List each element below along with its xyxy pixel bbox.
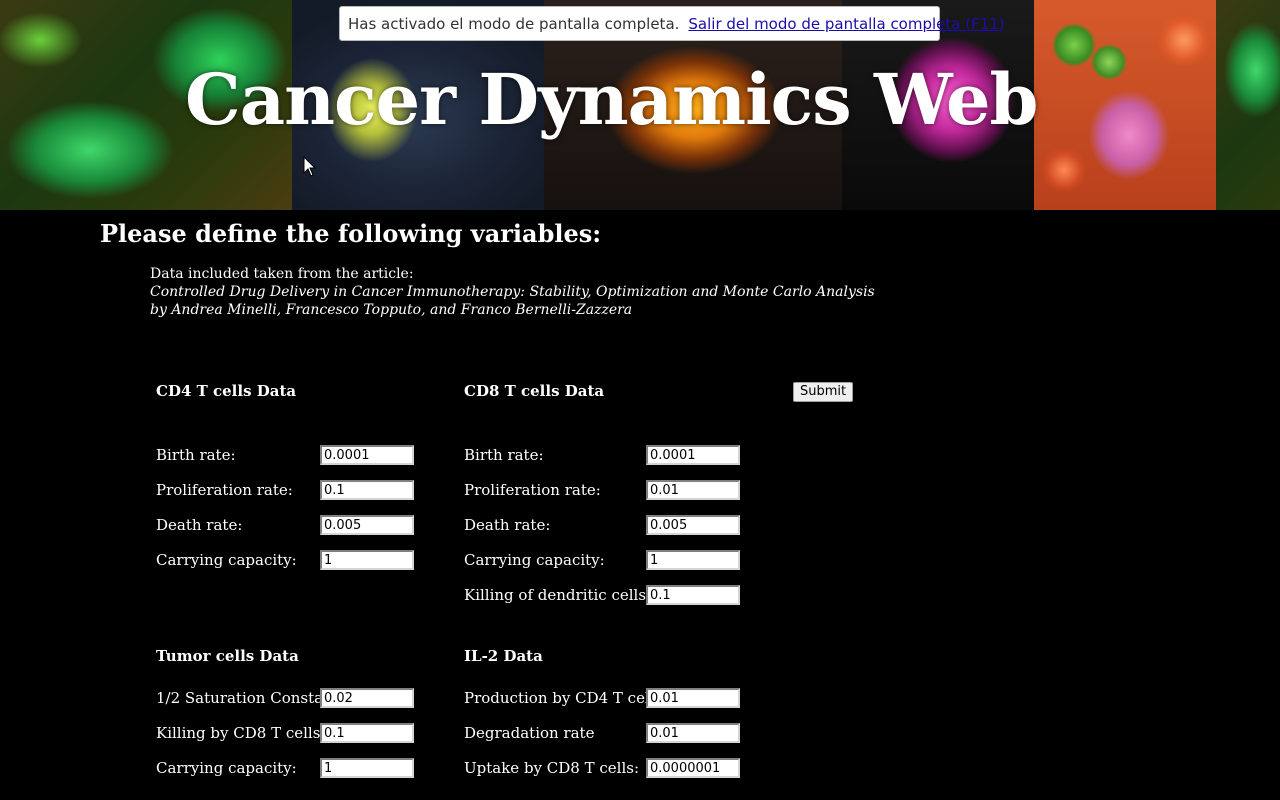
article-authors: by Andrea Minelli, Francesco Topputo, an…	[150, 302, 633, 318]
fullscreen-message: Has activado el modo de pantalla complet…	[348, 14, 680, 33]
banner-image-green-cells-edge	[1216, 0, 1280, 210]
cd8-proliferation-rate-label: Proliferation rate:	[464, 481, 601, 499]
banner-image-blood-cells	[1034, 0, 1216, 210]
cd4-proliferation-rate-label: Proliferation rate:	[156, 481, 293, 499]
exit-fullscreen-link[interactable]: Salir del modo de pantalla completa (F11…	[688, 15, 1004, 33]
submit-button[interactable]: Submit	[793, 382, 854, 402]
il2-uptake-label: Uptake by CD8 T cells:	[464, 759, 640, 777]
cd4-birth-rate-label: Birth rate:	[156, 446, 236, 464]
cd4-death-rate-label: Death rate:	[156, 516, 243, 534]
cd8-death-rate-label: Death rate:	[464, 516, 551, 534]
tumor-saturation-input[interactable]	[320, 688, 414, 708]
tumor-saturation-label: 1/2 Saturation Constant:	[156, 689, 344, 707]
il2-production-label: Production by CD4 T cells	[464, 689, 663, 707]
mouse-cursor-icon	[303, 156, 317, 177]
il2-production-input[interactable]	[646, 688, 740, 708]
section-title-cd8: CD8 T cells Data	[464, 382, 605, 400]
fullscreen-notice: Has activado el modo de pantalla complet…	[339, 6, 1005, 41]
tumor-carrying-capacity-label: Carrying capacity:	[156, 759, 297, 777]
article-reference: Data included taken from the article: Co…	[150, 265, 875, 319]
tumor-killing-cd8-input[interactable]	[320, 723, 414, 743]
site-title: Cancer Dynamics Web	[185, 58, 1038, 141]
cd8-killing-dendritic-input[interactable]	[646, 585, 740, 605]
cd8-death-rate-input[interactable]	[646, 515, 740, 535]
section-title-tumor: Tumor cells Data	[156, 647, 299, 665]
cd4-proliferation-rate-input[interactable]	[320, 480, 414, 500]
cd4-birth-rate-input[interactable]	[320, 445, 414, 465]
cd8-proliferation-rate-input[interactable]	[646, 480, 740, 500]
reference-intro: Data included taken from the article:	[150, 266, 414, 282]
cd8-carrying-capacity-input[interactable]	[646, 550, 740, 570]
cd4-death-rate-input[interactable]	[320, 515, 414, 535]
form-heading: Please define the following variables:	[100, 219, 602, 248]
il2-uptake-input[interactable]	[646, 758, 740, 778]
section-title-il2: IL-2 Data	[464, 647, 543, 665]
cd4-carrying-capacity-label: Carrying capacity:	[156, 551, 297, 569]
cd8-birth-rate-input[interactable]	[646, 445, 740, 465]
cd8-birth-rate-label: Birth rate:	[464, 446, 544, 464]
section-title-cd4: CD4 T cells Data	[156, 382, 297, 400]
cd8-carrying-capacity-label: Carrying capacity:	[464, 551, 605, 569]
il2-degradation-label: Degradation rate	[464, 724, 595, 742]
cd8-killing-dendritic-label: Killing of dendritic cells:	[464, 586, 652, 604]
il2-degradation-input[interactable]	[646, 723, 740, 743]
cd4-carrying-capacity-input[interactable]	[320, 550, 414, 570]
tumor-carrying-capacity-input[interactable]	[320, 758, 414, 778]
tumor-killing-cd8-label: Killing by CD8 T cells:	[156, 724, 326, 742]
article-title: Controlled Drug Delivery in Cancer Immun…	[150, 284, 875, 300]
